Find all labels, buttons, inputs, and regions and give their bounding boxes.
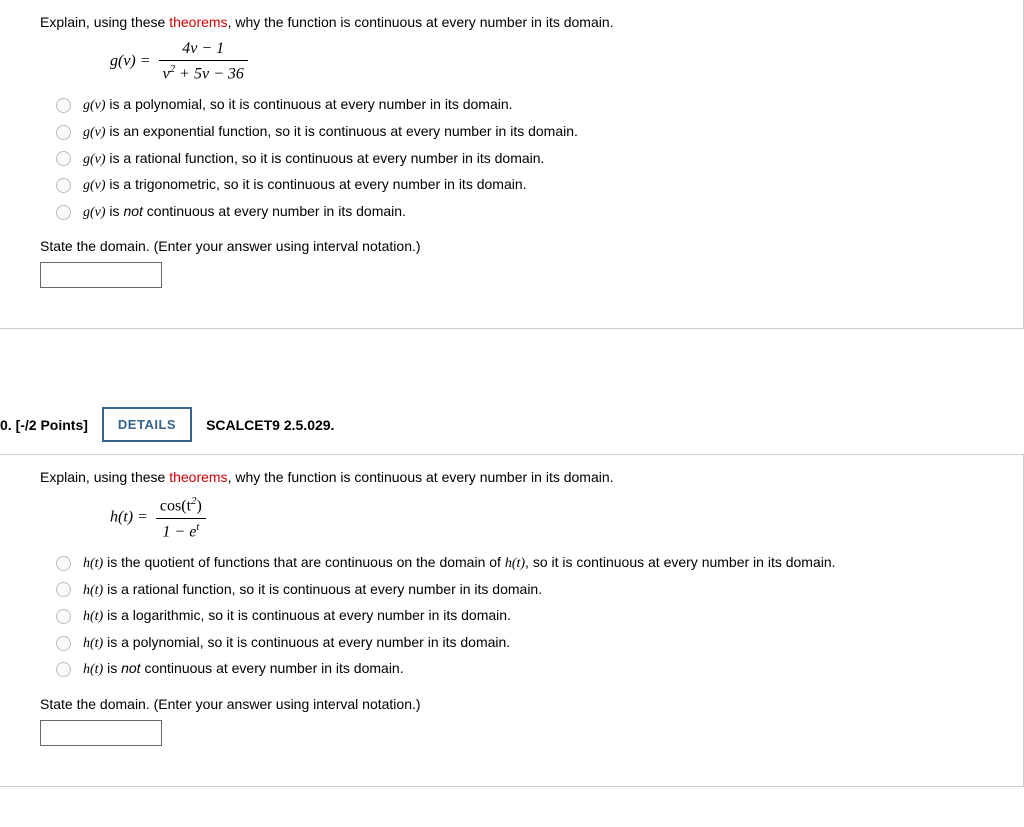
q1-state-prompt: State the domain. (Enter your answer usi… bbox=[40, 238, 1013, 254]
q1-option-2-label: g(v) is an exponential function, so it i… bbox=[83, 122, 578, 143]
question-header: 0. [-/2 Points] DETAILS SCALCET9 2.5.029… bbox=[0, 399, 1024, 450]
q2-eq-lhs: h(t) = bbox=[110, 509, 152, 526]
q1-option-4-label: g(v) is a trigonometric, so it is contin… bbox=[83, 175, 527, 196]
q2-prompt-before: Explain, using these bbox=[40, 469, 169, 485]
radio-icon[interactable] bbox=[56, 636, 71, 651]
q1-prompt: Explain, using these theorems, why the f… bbox=[40, 14, 1013, 30]
radio-icon[interactable] bbox=[56, 125, 71, 140]
q2-prompt: Explain, using these theorems, why the f… bbox=[40, 469, 1013, 485]
q2-option-3[interactable]: h(t) is a logarithmic, so it is continuo… bbox=[56, 606, 1013, 627]
radio-icon[interactable] bbox=[56, 98, 71, 113]
q2-denominator: 1 − et bbox=[156, 519, 206, 541]
q2-option-4[interactable]: h(t) is a polynomial, so it is continuou… bbox=[56, 633, 1013, 654]
q2-prompt-after: , why the function is continuous at ever… bbox=[228, 469, 614, 485]
q1-option-3-label: g(v) is a rational function, so it is co… bbox=[83, 149, 544, 170]
q1-numerator: 4v − 1 bbox=[159, 40, 248, 61]
details-button[interactable]: DETAILS bbox=[102, 407, 192, 442]
q2-option-1[interactable]: h(t) is the quotient of functions that a… bbox=[56, 553, 1013, 574]
section-reference: SCALCET9 2.5.029. bbox=[206, 417, 334, 433]
q2-numerator: cos(t2) bbox=[156, 495, 206, 518]
radio-icon[interactable] bbox=[56, 178, 71, 193]
q1-prompt-after: , why the function is continuous at ever… bbox=[228, 14, 614, 30]
q1-option-5[interactable]: g(v) is not continuous at every number i… bbox=[56, 202, 1013, 223]
q1-option-4[interactable]: g(v) is a trigonometric, so it is contin… bbox=[56, 175, 1013, 196]
radio-icon[interactable] bbox=[56, 556, 71, 571]
theorems-link[interactable]: theorems bbox=[169, 469, 227, 485]
q2-option-2[interactable]: h(t) is a rational function, so it is co… bbox=[56, 580, 1013, 601]
points-label: 0. [-/2 Points] bbox=[0, 417, 88, 433]
q1-option-2[interactable]: g(v) is an exponential function, so it i… bbox=[56, 122, 1013, 143]
radio-icon[interactable] bbox=[56, 662, 71, 677]
q1-eq-lhs: g(v) = bbox=[110, 52, 155, 69]
q2-answer-input[interactable] bbox=[40, 720, 162, 746]
question-1: Explain, using these theorems, why the f… bbox=[0, 0, 1024, 329]
q1-option-1[interactable]: g(v) is a polynomial, so it is continuou… bbox=[56, 95, 1013, 116]
q1-option-5-label: g(v) is not continuous at every number i… bbox=[83, 202, 406, 223]
q1-prompt-before: Explain, using these bbox=[40, 14, 169, 30]
radio-icon[interactable] bbox=[56, 151, 71, 166]
theorems-link[interactable]: theorems bbox=[169, 14, 227, 30]
q2-option-5-label: h(t) is not continuous at every number i… bbox=[83, 659, 404, 680]
q2-option-5[interactable]: h(t) is not continuous at every number i… bbox=[56, 659, 1013, 680]
q2-option-4-label: h(t) is a polynomial, so it is continuou… bbox=[83, 633, 510, 654]
q1-equation: g(v) = 4v − 1 v2 + 5v − 36 bbox=[110, 40, 1013, 83]
q2-equation: h(t) = cos(t2) 1 − et bbox=[110, 495, 1013, 541]
q2-option-3-label: h(t) is a logarithmic, so it is continuo… bbox=[83, 606, 511, 627]
q2-fraction: cos(t2) 1 − et bbox=[156, 495, 206, 541]
question-2: Explain, using these theorems, why the f… bbox=[0, 454, 1024, 787]
q1-option-1-label: g(v) is a polynomial, so it is continuou… bbox=[83, 95, 513, 116]
q2-state-prompt: State the domain. (Enter your answer usi… bbox=[40, 696, 1013, 712]
q1-fraction: 4v − 1 v2 + 5v − 36 bbox=[159, 40, 248, 83]
radio-icon[interactable] bbox=[56, 582, 71, 597]
q2-option-1-label: h(t) is the quotient of functions that a… bbox=[83, 553, 836, 574]
q1-denominator: v2 + 5v − 36 bbox=[159, 61, 248, 83]
q2-option-2-label: h(t) is a rational function, so it is co… bbox=[83, 580, 542, 601]
spacer bbox=[0, 369, 1024, 399]
radio-icon[interactable] bbox=[56, 205, 71, 220]
q1-answer-input[interactable] bbox=[40, 262, 162, 288]
q1-option-3[interactable]: g(v) is a rational function, so it is co… bbox=[56, 149, 1013, 170]
radio-icon[interactable] bbox=[56, 609, 71, 624]
